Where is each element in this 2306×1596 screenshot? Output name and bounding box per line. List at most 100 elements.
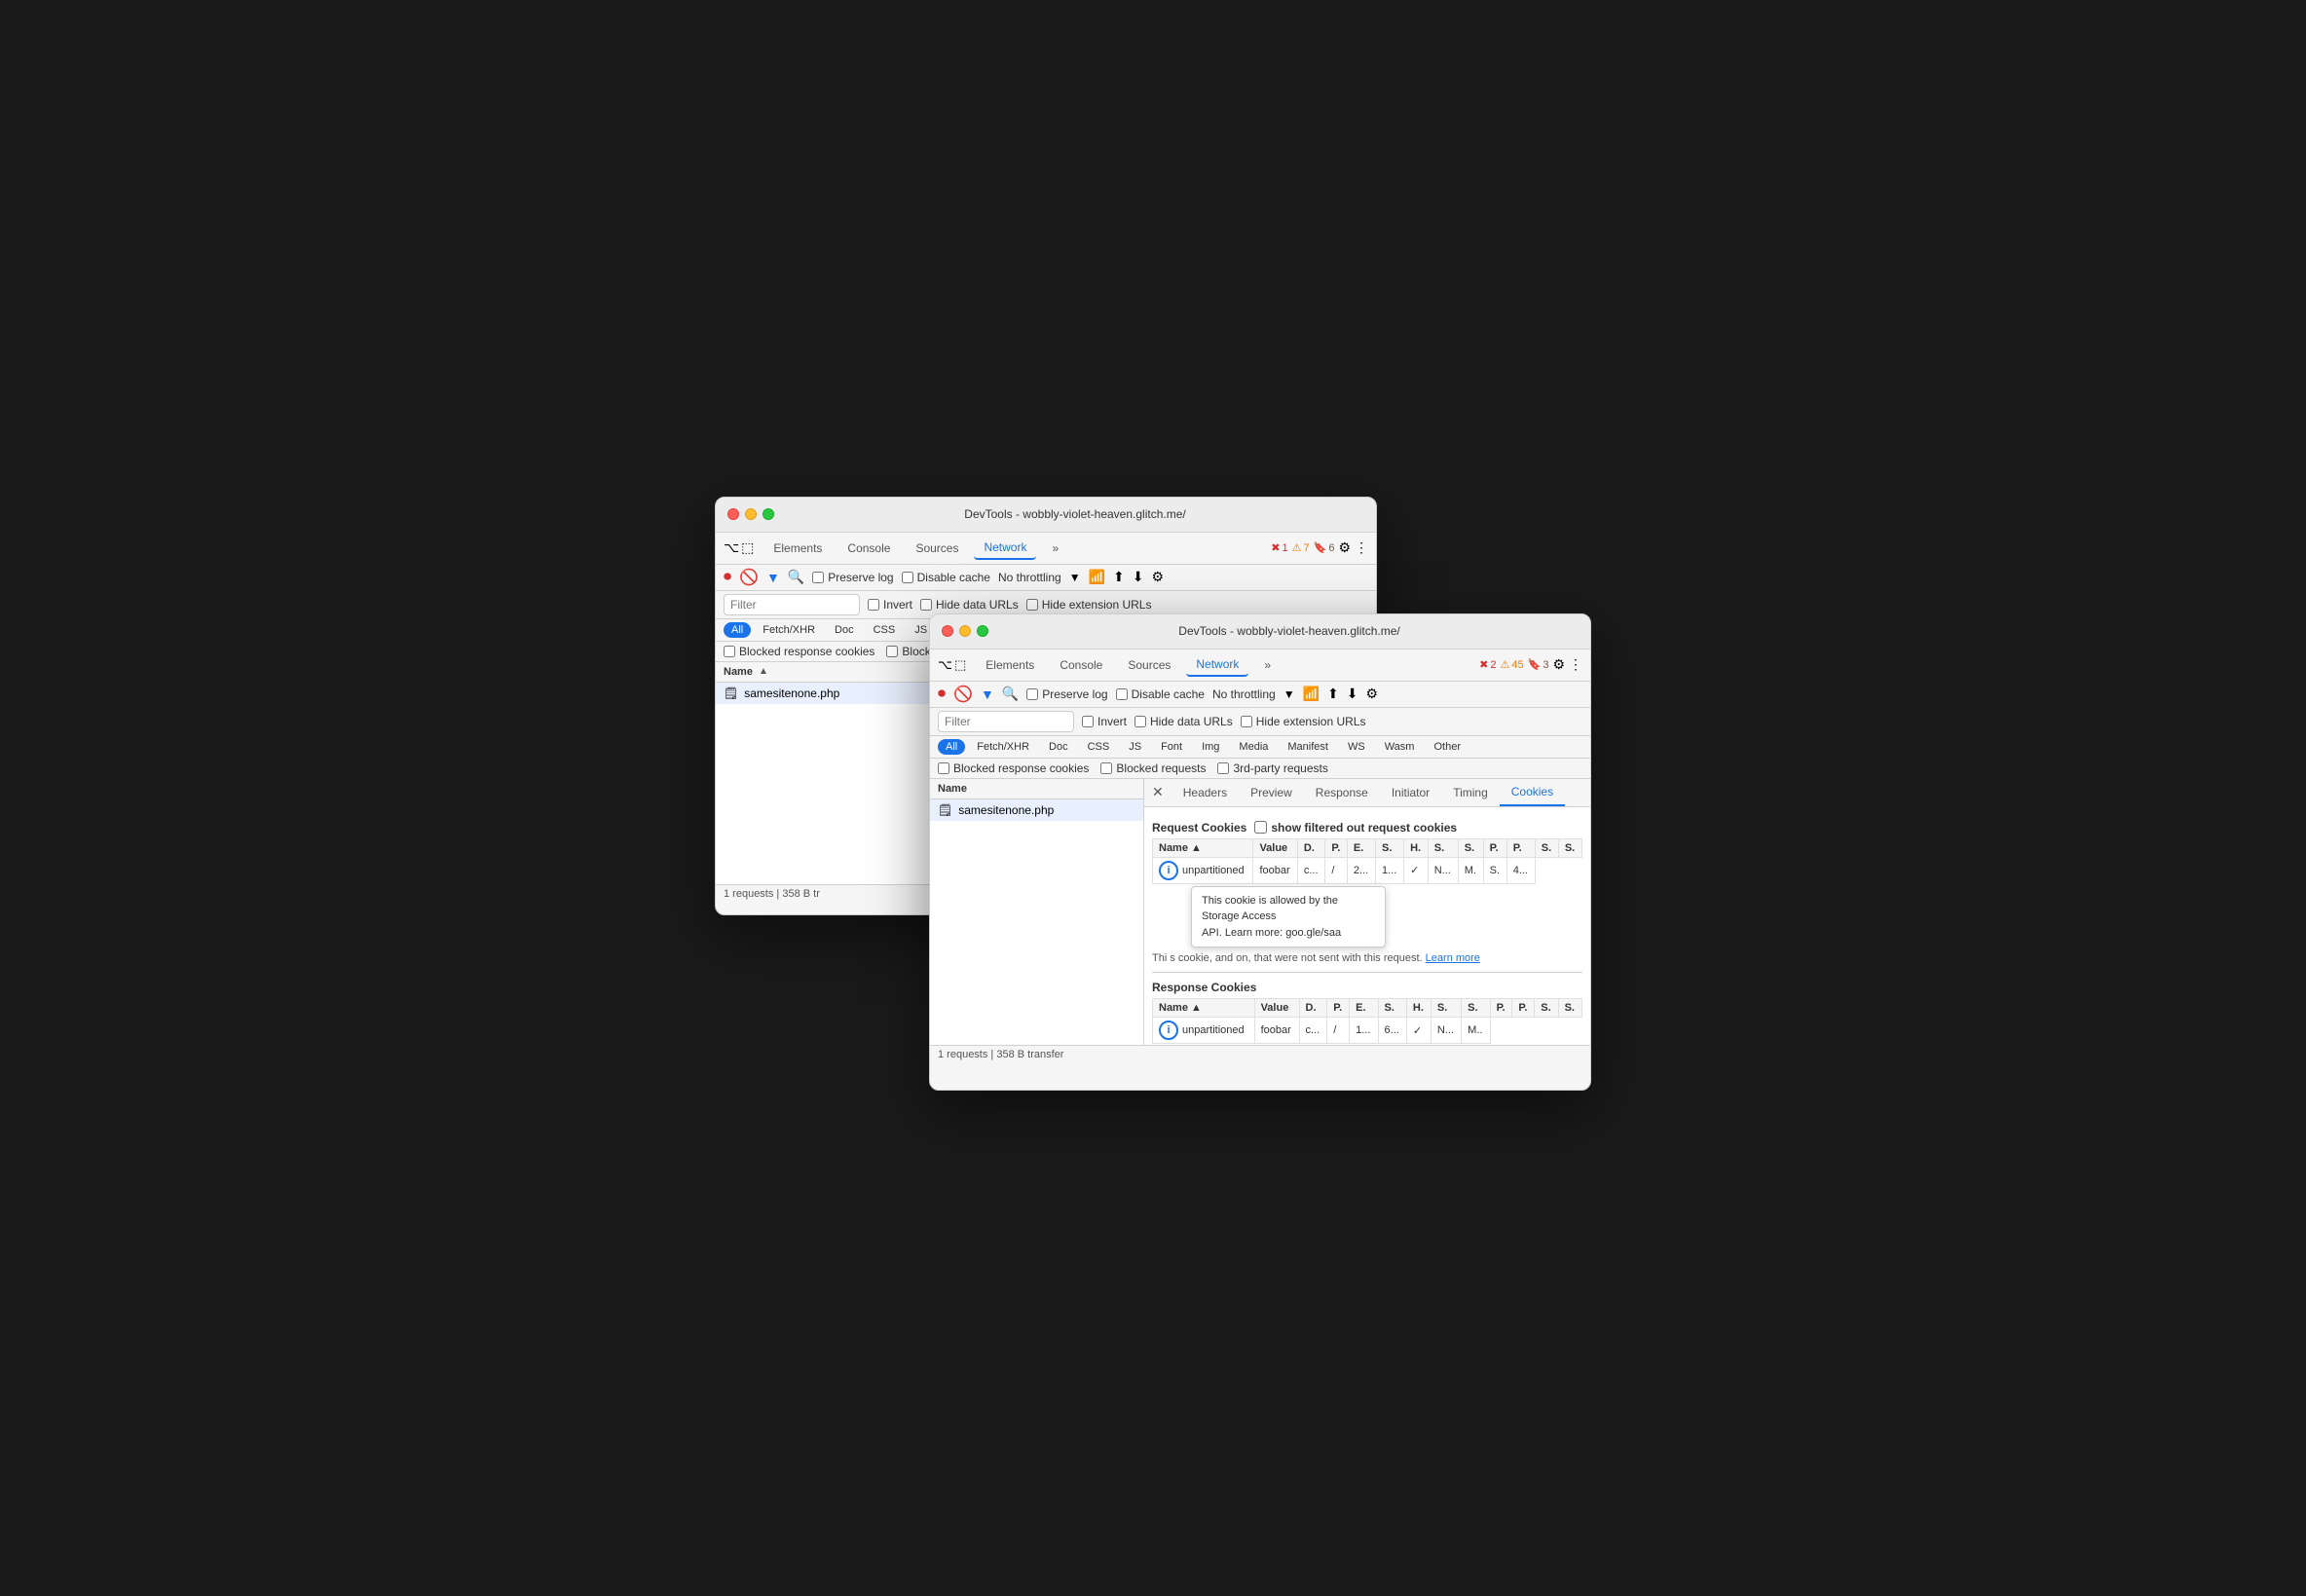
type-css-front[interactable]: CSS [1080, 739, 1118, 755]
hide-ext-urls-label-front[interactable]: Hide extension URLs [1241, 715, 1366, 728]
more-icon-back[interactable]: ⋮ [1355, 539, 1368, 556]
throttle-select-front[interactable]: No throttling [1212, 687, 1276, 701]
request-row-front[interactable]: 🗒 samesitenone.php [930, 799, 1143, 821]
blocked-req-label-front[interactable]: Blocked requests [1100, 761, 1206, 775]
blocked-cookies-label-back[interactable]: Blocked response cookies [724, 645, 874, 658]
show-filtered-checkbox-front[interactable] [1254, 821, 1267, 834]
tab-network-front[interactable]: Network [1186, 653, 1248, 677]
tab-network-back[interactable]: Network [974, 537, 1036, 560]
tab-more-front[interactable]: » [1254, 654, 1281, 676]
type-ws-front[interactable]: WS [1340, 739, 1373, 755]
upload-icon-back[interactable]: ⬆ [1113, 569, 1125, 585]
hide-ext-urls-label-back[interactable]: Hide extension URLs [1026, 598, 1152, 612]
tab-elements-back[interactable]: Elements [763, 538, 832, 559]
settings-icon-back[interactable]: ⚙ [1338, 539, 1351, 556]
search-icon-front[interactable]: 🔍 [1002, 686, 1019, 702]
tab-sources-front[interactable]: Sources [1118, 654, 1180, 676]
upload-icon-front[interactable]: ⬆ [1327, 686, 1339, 702]
clear-icon-back[interactable]: 🚫 [739, 568, 759, 587]
invert-checkbox-back[interactable] [868, 599, 879, 611]
third-party-checkbox-front[interactable] [1217, 762, 1229, 774]
blocked-req-checkbox-back[interactable] [886, 646, 898, 657]
blocked-cookies-checkbox-front[interactable] [938, 762, 949, 774]
request-row-back[interactable]: 🗒 samesitenone.php [716, 683, 929, 704]
disable-cache-label-front[interactable]: Disable cache [1116, 687, 1205, 701]
preserve-log-label-back[interactable]: Preserve log [812, 571, 893, 584]
preserve-log-label-front[interactable]: Preserve log [1026, 687, 1107, 701]
close-button-back[interactable] [727, 508, 739, 520]
detail-close-btn-front[interactable]: ✕ [1144, 780, 1172, 804]
type-manifest-front[interactable]: Manifest [1280, 739, 1336, 755]
type-xhr-back[interactable]: Fetch/XHR [755, 622, 823, 638]
blocked-cookies-checkbox-back[interactable] [724, 646, 735, 657]
detail-tab-response-front[interactable]: Response [1304, 780, 1380, 805]
settings-icon-front[interactable]: ⚙ [1552, 656, 1565, 673]
fullscreen-button-front[interactable] [977, 625, 988, 637]
type-all-back[interactable]: All [724, 622, 751, 638]
hide-ext-urls-checkbox-back[interactable] [1026, 599, 1038, 611]
type-all-front[interactable]: All [938, 739, 965, 755]
close-button-front[interactable] [942, 625, 953, 637]
invert-checkbox-front[interactable] [1082, 716, 1094, 727]
search-icon-back[interactable]: 🔍 [788, 569, 804, 585]
req-col-s3: S. [1458, 838, 1483, 857]
filter-icon-back[interactable]: ▼ [766, 570, 780, 585]
hide-data-urls-checkbox-front[interactable] [1134, 716, 1146, 727]
disable-cache-checkbox-front[interactable] [1116, 688, 1128, 700]
detail-tab-headers-front[interactable]: Headers [1172, 780, 1239, 805]
learn-more-link-front[interactable]: Learn more [1426, 952, 1480, 964]
tab-more-back[interactable]: » [1042, 538, 1068, 559]
third-party-label-front[interactable]: 3rd-party requests [1217, 761, 1327, 775]
tab-sources-back[interactable]: Sources [906, 538, 968, 559]
type-other-front[interactable]: Other [1426, 739, 1469, 755]
blocked-cookies-label-front[interactable]: Blocked response cookies [938, 761, 1089, 775]
disable-cache-checkbox-back[interactable] [902, 572, 913, 583]
hide-data-urls-label-front[interactable]: Hide data URLs [1134, 715, 1233, 728]
type-doc-back[interactable]: Doc [827, 622, 862, 638]
type-css-back[interactable]: CSS [866, 622, 904, 638]
throttle-select-back[interactable]: No throttling [998, 571, 1061, 584]
stop-icon-back[interactable]: ⏺ [724, 569, 731, 586]
detail-tab-initiator-front[interactable]: Initiator [1380, 780, 1441, 805]
type-font-front[interactable]: Font [1153, 739, 1190, 755]
invert-label-front[interactable]: Invert [1082, 715, 1127, 728]
filter-input-back[interactable] [724, 594, 860, 615]
hide-ext-urls-checkbox-front[interactable] [1241, 716, 1252, 727]
preserve-log-checkbox-front[interactable] [1026, 688, 1038, 700]
invert-label-back[interactable]: Invert [868, 598, 912, 612]
minimize-button-front[interactable] [959, 625, 971, 637]
more-icon-front[interactable]: ⋮ [1569, 656, 1582, 673]
settings2-icon-front[interactable]: ⚙ [1365, 686, 1378, 702]
filter-input-front[interactable] [938, 711, 1074, 732]
detail-tab-preview-front[interactable]: Preview [1239, 780, 1304, 805]
type-wasm-front[interactable]: Wasm [1377, 739, 1423, 755]
type-js-front[interactable]: JS [1121, 739, 1149, 755]
hide-data-urls-checkbox-back[interactable] [920, 599, 932, 611]
tab-console-front[interactable]: Console [1050, 654, 1112, 676]
type-xhr-front[interactable]: Fetch/XHR [969, 739, 1037, 755]
fullscreen-button-back[interactable] [762, 508, 774, 520]
detail-tab-cookies-front[interactable]: Cookies [1500, 779, 1565, 806]
tab-console-back[interactable]: Console [837, 538, 900, 559]
detail-tab-timing-front[interactable]: Timing [1441, 780, 1500, 805]
tooltip-box-front: This cookie is allowed by the Storage Ac… [1191, 886, 1386, 948]
hide-data-urls-label-back[interactable]: Hide data URLs [920, 598, 1019, 612]
stop-icon-front[interactable]: ⏺ [938, 686, 946, 703]
table-row[interactable]: i unpartitioned foobar c... / 2... 1... … [1153, 857, 1582, 883]
type-doc-front[interactable]: Doc [1041, 739, 1076, 755]
minimize-button-back[interactable] [745, 508, 757, 520]
settings2-icon-back[interactable]: ⚙ [1151, 569, 1164, 585]
table-row[interactable]: i unpartitioned foobar c... / 1... 6... … [1153, 1018, 1582, 1044]
disable-cache-label-back[interactable]: Disable cache [902, 571, 990, 584]
preserve-log-checkbox-back[interactable] [812, 572, 824, 583]
download-icon-back[interactable]: ⬇ [1133, 569, 1144, 585]
tab-elements-front[interactable]: Elements [976, 654, 1044, 676]
clear-icon-front[interactable]: 🚫 [953, 685, 973, 704]
download-icon-front[interactable]: ⬇ [1347, 686, 1358, 702]
type-img-front[interactable]: Img [1194, 739, 1227, 755]
show-filtered-label-front[interactable]: show filtered out request cookies [1254, 821, 1457, 835]
blocked-req-checkbox-front[interactable] [1100, 762, 1112, 774]
type-media-front[interactable]: Media [1231, 739, 1276, 755]
filter-icon-front[interactable]: ▼ [981, 687, 994, 702]
toolbar-row2-front: ⏺ 🚫 ▼ 🔍 Preserve log Disable cache No th… [930, 682, 1590, 708]
